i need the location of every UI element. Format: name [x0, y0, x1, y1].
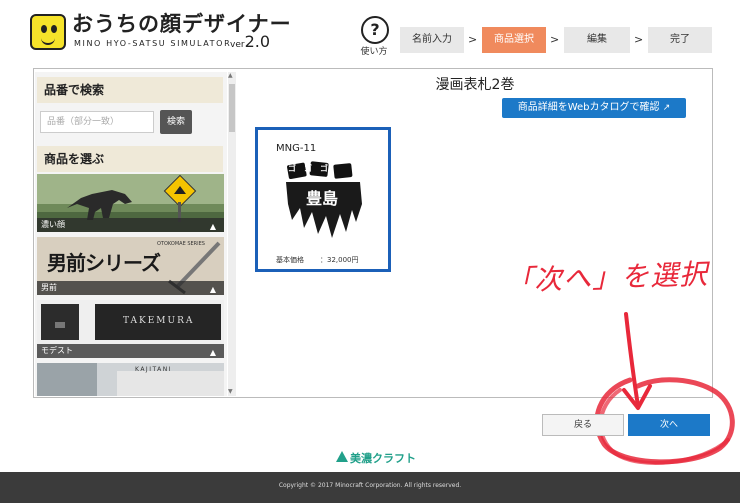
logo-version-number: 2.0	[244, 32, 271, 51]
otokomae-series-text: OTOKOMAE SERIES	[157, 241, 205, 247]
category-modest[interactable]: TAKEMURA モデスト ▲	[37, 300, 224, 358]
category-label: 濃い顔	[37, 218, 224, 232]
logo-face-icon[interactable]	[30, 14, 66, 50]
categories-heading: 商品を選ぶ	[37, 146, 223, 172]
category-label: 男前	[37, 281, 224, 295]
annotation-arrow-and-circle	[594, 312, 735, 465]
category-item[interactable]: KAJITANI	[37, 363, 224, 396]
external-link-icon: ↗	[662, 103, 671, 113]
footer-copyright: Copyright © 2017 Minocraft Corporation. …	[0, 472, 740, 503]
category-koigao[interactable]: 濃い顔 ▲	[37, 174, 224, 232]
category-image-house	[37, 363, 224, 396]
next-button[interactable]: 次へ	[628, 414, 710, 436]
logo-mouth	[41, 36, 55, 45]
otokomae-title-text: 男前シリーズ	[47, 251, 161, 275]
search-button[interactable]: 検索	[160, 110, 192, 134]
step-complete: 完了	[648, 27, 712, 53]
search-input[interactable]: 品番（部分一致）	[40, 111, 154, 133]
product-code: MNG-11	[276, 143, 317, 154]
search-heading: 品番で検索	[37, 77, 223, 103]
catalog-button[interactable]: 商品詳細をWebカタログで確認 ↗	[502, 98, 686, 118]
step-arrow-icon: >	[550, 33, 560, 46]
takemura-text: TAKEMURA	[123, 316, 195, 326]
logo-version: ver2.0	[230, 32, 270, 51]
help-icon[interactable]: ?	[361, 16, 389, 44]
logo-eye	[51, 25, 57, 33]
brand-logo-icon	[336, 451, 348, 462]
category-label: モデスト	[37, 344, 224, 358]
price-label: 基本価格	[276, 256, 304, 264]
product-sound-effect: ゴゴゴ	[288, 164, 336, 173]
brand-name[interactable]: 美濃クラフト	[350, 450, 416, 466]
scroll-up-icon[interactable]: ▲	[228, 72, 233, 79]
chevron-up-icon: ▲	[209, 222, 216, 231]
step-product-select: 商品選択	[482, 27, 546, 53]
logo-subtitle: MINO HYO-SATSU SIMULATOR	[74, 39, 232, 48]
logo-eye	[41, 25, 47, 33]
chevron-up-icon: ▲	[209, 348, 216, 357]
help-label[interactable]: 使い方	[358, 44, 390, 57]
step-arrow-icon: >	[468, 33, 478, 46]
step-name-input: 名前入力	[400, 27, 464, 53]
category-otokomae[interactable]: OTOKOMAE SERIES 男前シリーズ 男前 ▲	[37, 237, 224, 295]
scroll-down-icon[interactable]: ▼	[228, 388, 233, 395]
price-value: ：32,000円	[320, 256, 359, 264]
step-edit: 編集	[564, 27, 630, 53]
scrollbar-thumb[interactable]	[229, 84, 235, 132]
chevron-up-icon: ▲	[209, 285, 216, 294]
product-plate-name: 豊島	[306, 189, 339, 208]
page-title: 漫画表札2巻	[435, 77, 515, 93]
annotation-text: 「次へ」を選択	[504, 257, 709, 298]
kajitani-text: KAJITANI	[135, 366, 173, 373]
step-arrow-icon: >	[634, 33, 644, 46]
catalog-button-label: 商品詳細をWebカタログで確認	[517, 102, 660, 113]
back-button[interactable]: 戻る	[542, 414, 624, 436]
logo-version-prefix: ver	[230, 40, 245, 50]
